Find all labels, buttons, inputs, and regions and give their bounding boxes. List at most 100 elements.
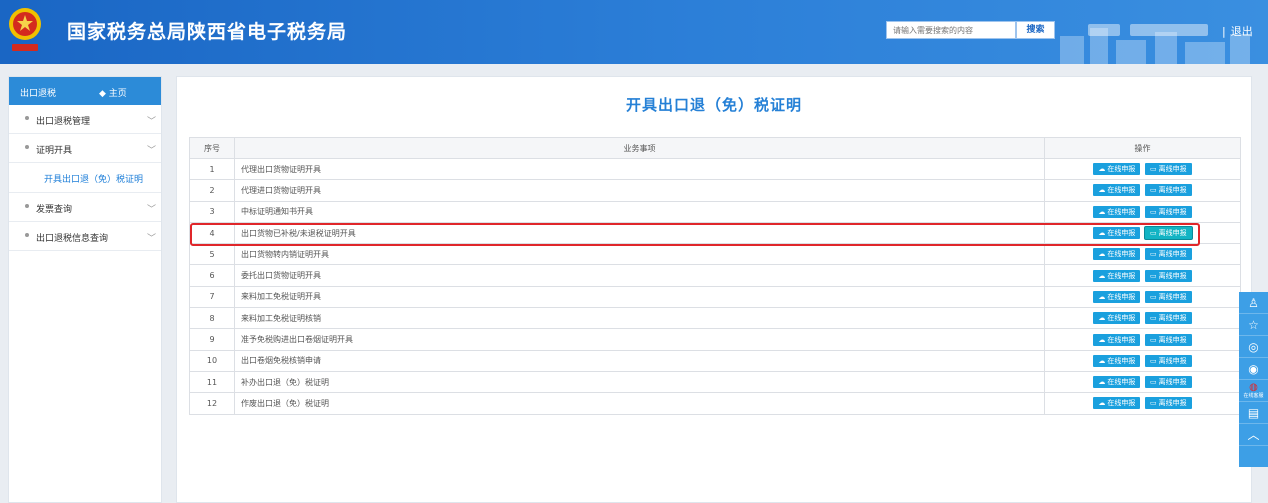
home-icon: ◆ [99, 89, 109, 99]
table-row: 10 出口卷烟免税核销申请 ☁ 在线申报 ▭ 离线申报 [189, 349, 1241, 372]
offline-declare-button[interactable]: ▭ 离线申报 [1144, 248, 1192, 261]
cloud-upload-icon: ☁ [1098, 378, 1106, 387]
row-number: 2 [189, 179, 235, 202]
offline-declare-label: 离线申报 [1158, 250, 1187, 259]
online-declare-label: 在线申报 [1107, 186, 1136, 195]
chevron-down-icon: ﹀ [147, 234, 157, 244]
online-declare-label: 在线申报 [1107, 378, 1136, 387]
table-row: 1 代理出口货物证明开具 ☁ 在线申报 ▭ 离线申报 [189, 157, 1241, 181]
table-row: 11 补办出口退（免）税证明 ☁ 在线申报 ▭ 离线申报 [189, 370, 1241, 394]
sidebar-item-label: 出口退税管理 [36, 117, 91, 127]
table-row: 6 委托出口货物证明开具 ☁ 在线申报 ▭ 离线申报 [189, 264, 1241, 287]
sidebar-item-export-rebate-management[interactable]: 出口退税管理 ﹀ [9, 105, 161, 134]
cloud-upload-icon: ☁ [1098, 229, 1106, 238]
online-declare-button[interactable]: ☁ 在线申报 [1093, 333, 1141, 346]
offline-declare-button[interactable]: ▭ 离线申报 [1144, 269, 1192, 282]
offline-declare-button[interactable]: ▭ 离线申报 [1144, 354, 1192, 367]
row-operations: ☁ 在线申报 ▭ 离线申报 [1044, 370, 1241, 394]
online-declare-label: 在线申报 [1107, 399, 1136, 408]
offline-declare-label: 离线申报 [1158, 292, 1187, 301]
user-icon[interactable]: ♙ [1239, 292, 1268, 314]
offline-declare-button[interactable]: ▭ 离线申报 [1144, 333, 1192, 346]
online-declare-button[interactable]: ☁ 在线申报 [1093, 248, 1141, 261]
row-number: 3 [189, 200, 235, 223]
cloud-upload-icon: ☁ [1098, 356, 1106, 365]
wechat-icon[interactable]: ◎ [1239, 336, 1268, 358]
offline-declare-button[interactable]: ▭ 离线申报 [1144, 163, 1192, 176]
search-button[interactable]: 搜索 [1016, 21, 1055, 39]
row-operations: ☁ 在线申报 ▭ 离线申报 [1044, 307, 1241, 330]
row-business-item: 代理进口货物证明开具 [234, 179, 1045, 202]
table-header-row: 序号 业务事项 操作 [189, 137, 1241, 159]
search-input[interactable] [886, 21, 1016, 39]
offline-declare-button[interactable]: ▭ 离线申报 [1144, 290, 1192, 303]
home-link[interactable]: ◆ 主页 [99, 86, 127, 99]
logout-separator: | [1222, 25, 1226, 38]
online-declare-label: 在线申报 [1107, 292, 1136, 301]
online-service-label: 在线客服 [1243, 392, 1264, 399]
row-number: 6 [189, 264, 235, 287]
chevron-down-icon: ﹀ [147, 117, 157, 127]
bullet-icon [25, 204, 29, 208]
sidebar-item-rebate-info-query[interactable]: 出口退税信息查询 ﹀ [9, 222, 161, 251]
cloud-upload-icon: ☁ [1098, 271, 1106, 280]
online-declare-button[interactable]: ☁ 在线申报 [1093, 290, 1141, 303]
online-declare-button[interactable]: ☁ 在线申报 [1093, 354, 1141, 367]
back-to-top-icon[interactable]: ︿ [1239, 424, 1268, 446]
weibo-icon[interactable]: ◉ [1239, 358, 1268, 380]
online-declare-button[interactable]: ☁ 在线申报 [1093, 163, 1141, 176]
online-service-button[interactable]: ◍ 在线客服 [1239, 380, 1268, 402]
online-declare-button[interactable]: ☁ 在线申报 [1093, 184, 1141, 197]
logout-label: 退出 [1230, 25, 1253, 38]
row-business-item: 补办出口退（免）税证明 [234, 370, 1045, 394]
tax-emblem-logo [9, 8, 41, 51]
offline-declare-button[interactable]: ▭ 离线申报 [1144, 184, 1192, 197]
monitor-icon: ▭ [1149, 399, 1157, 408]
row-business-item: 代理出口货物证明开具 [234, 157, 1045, 181]
row-business-item: 来料加工免税证明开具 [234, 285, 1045, 309]
headset-icon: ◍ [1249, 381, 1258, 393]
table-row: 7 来料加工免税证明开具 ☁ 在线申报 ▭ 离线申报 [189, 285, 1241, 309]
monitor-icon: ▭ [1149, 250, 1157, 259]
top-header: 国家税务总局陕西省电子税务局 搜索 | 退出 [0, 0, 1268, 64]
row-number: 10 [189, 349, 235, 372]
offline-declare-button[interactable]: ▭ 离线申报 [1144, 312, 1192, 325]
sidebar-item-invoice-query[interactable]: 发票查询 ﹀ [9, 193, 161, 222]
chevron-down-icon: ﹀ [147, 205, 157, 215]
bullet-icon [25, 233, 29, 237]
sidebar-subitem-issue-rebate-certificate[interactable]: 开具出口退（免）税证明 [9, 163, 161, 193]
offline-declare-button[interactable]: ▭ 离线申报 [1144, 205, 1192, 218]
table-row: 5 出口货物转内销证明开具 ☁ 在线申报 ▭ 离线申报 [189, 243, 1241, 266]
monitor-icon: ▭ [1149, 292, 1157, 301]
main-panel: 开具出口退（免）税证明 序号 业务事项 操作 1 代理出口货物证明开具 ☁ 在线申报 … [176, 76, 1252, 503]
online-declare-button[interactable]: ☁ 在线申报 [1093, 205, 1141, 218]
online-declare-button[interactable]: ☁ 在线申报 [1093, 376, 1141, 389]
logout-link[interactable]: | 退出 [1222, 23, 1253, 39]
floating-toolbar: ♙ ☆ ◎ ◉ ◍ 在线客服 ▤ ︿ [1239, 292, 1268, 467]
offline-declare-label: 离线申报 [1158, 207, 1187, 216]
table-row: 12 作废出口退（免）税证明 ☁ 在线申报 ▭ 离线申报 [189, 392, 1241, 415]
sidebar: 出口退税 ◆ 主页 出口退税管理 ﹀ 证明开具 ﹀ 开具出口退（免）税证明 发票… [8, 76, 162, 503]
row-business-item: 出口货物转内销证明开具 [234, 243, 1045, 266]
sidebar-item-certificate-issuance[interactable]: 证明开具 ﹀ [9, 134, 161, 163]
offline-declare-label: 离线申报 [1158, 399, 1187, 408]
star-icon[interactable]: ☆ [1239, 314, 1268, 336]
offline-declare-button[interactable]: ▭ 离线申报 [1144, 227, 1192, 240]
offline-declare-label: 离线申报 [1158, 186, 1187, 195]
online-declare-label: 在线申报 [1107, 207, 1136, 216]
online-declare-button[interactable]: ☁ 在线申报 [1093, 397, 1141, 410]
row-number: 8 [189, 307, 235, 330]
offline-declare-label: 离线申报 [1158, 271, 1187, 280]
offline-declare-button[interactable]: ▭ 离线申报 [1144, 397, 1192, 410]
row-number: 9 [189, 328, 235, 351]
online-declare-button[interactable]: ☁ 在线申报 [1093, 227, 1141, 240]
online-declare-button[interactable]: ☁ 在线申报 [1093, 312, 1141, 325]
online-declare-button[interactable]: ☁ 在线申报 [1093, 269, 1141, 282]
clipboard-icon[interactable]: ▤ [1239, 402, 1268, 424]
cloud-upload-icon: ☁ [1098, 292, 1106, 301]
row-operations: ☁ 在线申报 ▭ 离线申报 [1044, 264, 1241, 287]
online-declare-label: 在线申报 [1107, 356, 1136, 365]
org-name-masked [1130, 24, 1208, 36]
offline-declare-button[interactable]: ▭ 离线申报 [1144, 376, 1192, 389]
offline-declare-label: 离线申报 [1158, 356, 1187, 365]
